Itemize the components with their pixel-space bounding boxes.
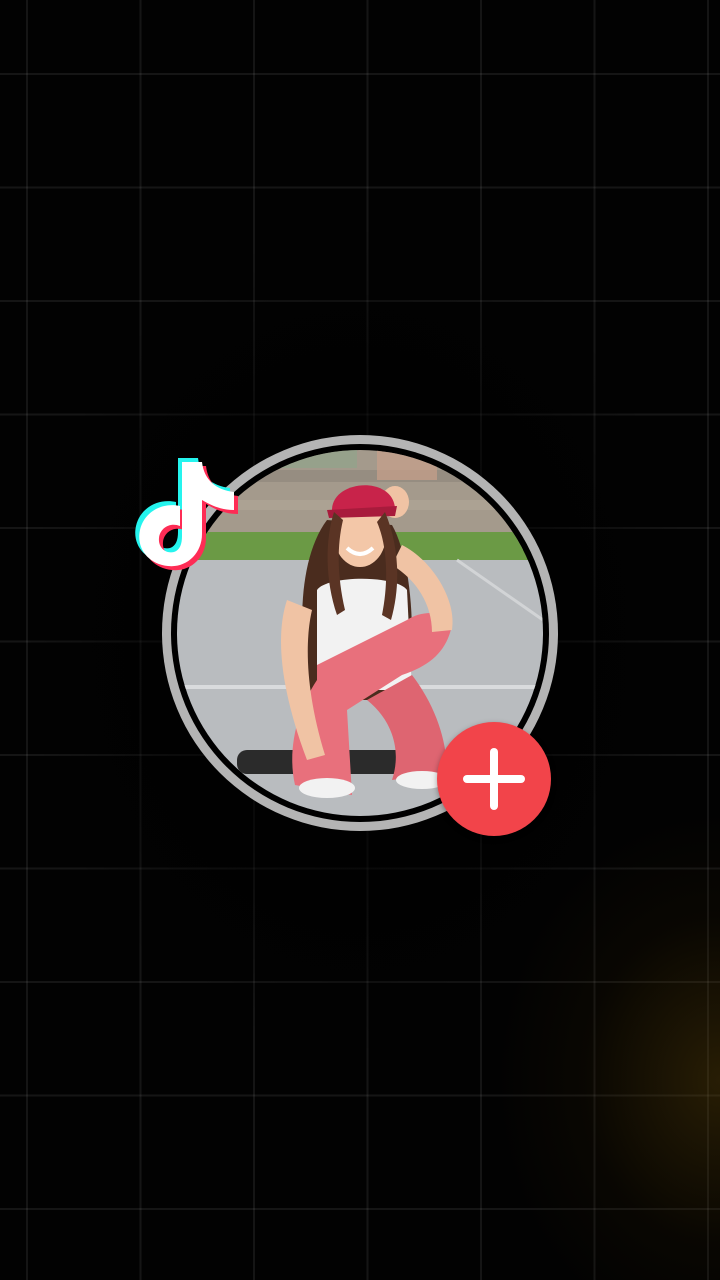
add-button[interactable] xyxy=(437,722,551,836)
app-screen xyxy=(0,0,720,1280)
plus-icon xyxy=(463,748,525,810)
tiktok-logo-icon xyxy=(134,450,246,572)
